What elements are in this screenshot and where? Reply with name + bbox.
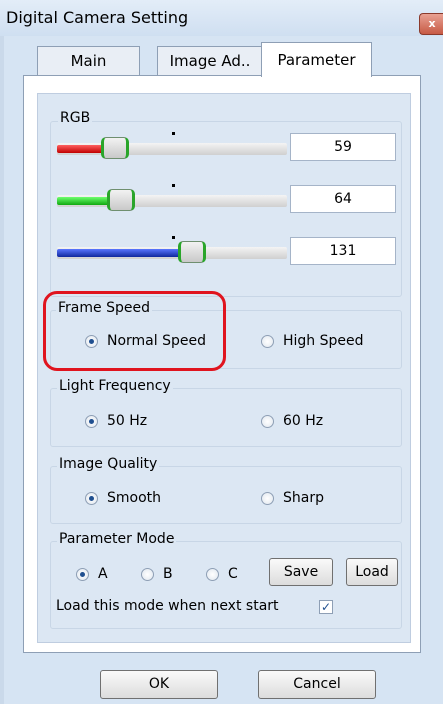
radio-label: High Speed [283,333,364,349]
smooth-radio[interactable]: Smooth [85,490,175,510]
tab-image-adjust[interactable]: Image Ad.. [157,46,263,76]
window-edge [0,36,4,704]
rgb-group-title: RGB [58,110,93,126]
ok-button[interactable]: OK [100,670,218,699]
load-on-start-checkbox[interactable]: ✓ [319,600,333,614]
radio-selected-icon [76,568,89,581]
load-on-start-label: Load this mode when next start [56,598,279,614]
mode-b-radio[interactable]: B [141,566,186,586]
high-speed-radio[interactable]: High Speed [261,333,381,353]
radio-label: B [163,566,173,582]
radio-label: A [98,566,108,582]
title-bar: Digital Camera Setting x [0,0,443,36]
radio-label: Smooth [107,490,162,506]
tab-main[interactable]: Main [37,46,140,76]
mode-a-radio[interactable]: A [76,566,121,586]
radio-label: C [228,566,238,582]
red-slider-thumb[interactable] [101,137,129,159]
blue-value-field[interactable]: 131 [290,237,396,265]
radio-label: 60 Hz [283,413,324,429]
light-frequency-title: Light Frequency [57,378,173,394]
green-slider-thumb[interactable] [107,189,135,211]
radio-unselected-icon [261,335,274,348]
green-slider[interactable] [57,184,287,213]
blue-slider[interactable] [57,236,287,265]
slider-tick [172,184,175,187]
frame-speed-highlight [43,291,226,371]
red-slider[interactable] [57,132,287,161]
blue-slider-fill [57,249,192,257]
window-title: Digital Camera Setting [6,8,189,27]
red-value-field[interactable]: 59 [290,133,396,161]
radio-selected-icon [85,415,98,428]
radio-selected-icon [85,492,98,505]
slider-tick [172,132,175,135]
radio-unselected-icon [141,568,154,581]
radio-unselected-icon [261,492,274,505]
mode-c-radio[interactable]: C [206,566,251,586]
radio-label: Sharp [283,490,324,506]
camera-settings-window: Digital Camera Setting x Main Image Ad..… [0,0,443,704]
radio-unselected-icon [261,415,274,428]
image-quality-title: Image Quality [57,456,160,472]
save-button[interactable]: Save [269,558,333,586]
load-button[interactable]: Load [346,558,398,586]
blue-slider-thumb[interactable] [178,241,206,263]
slider-tick [172,236,175,239]
parameter-mode-title: Parameter Mode [57,531,177,547]
radio-label: 50 Hz [107,413,148,429]
50hz-radio[interactable]: 50 Hz [85,413,165,433]
60hz-radio[interactable]: 60 Hz [261,413,341,433]
close-icon[interactable]: x [419,13,443,35]
tab-parameter[interactable]: Parameter [261,42,372,77]
radio-unselected-icon [206,568,219,581]
sharp-radio[interactable]: Sharp [261,490,341,510]
green-value-field[interactable]: 64 [290,185,396,213]
cancel-button[interactable]: Cancel [258,670,376,699]
